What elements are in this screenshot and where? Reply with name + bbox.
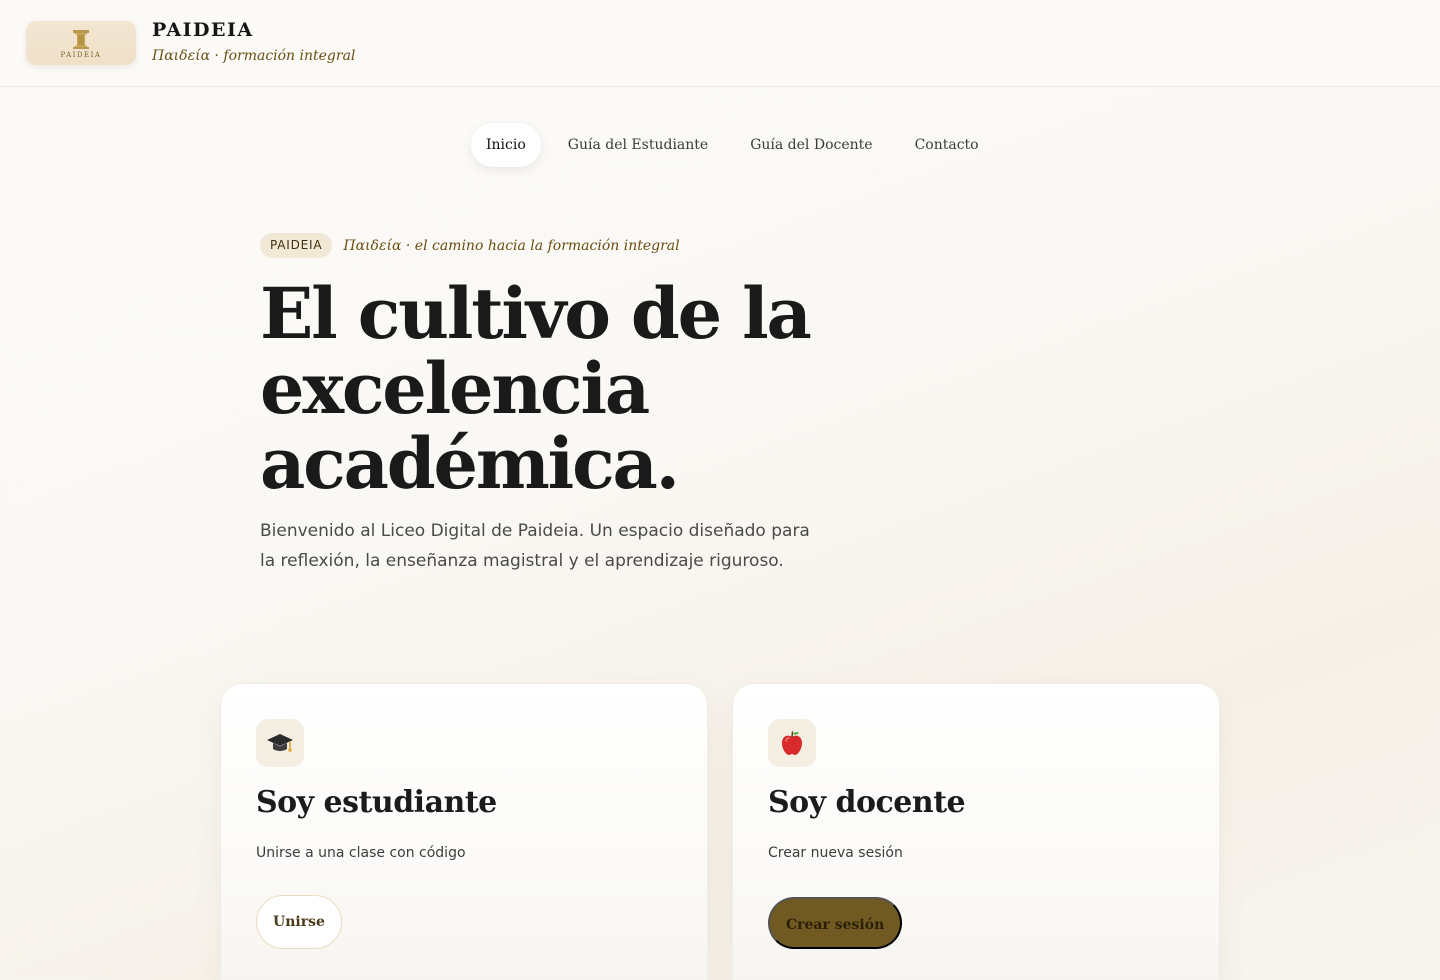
brand-pill: PAIDEIA <box>260 233 333 258</box>
apple-icon <box>768 719 816 767</box>
brand-tagline: Παιδεία · formación integral <box>152 48 356 64</box>
eyebrow-text: Παιδεία · el camino hacia la formación i… <box>343 237 680 254</box>
hero-title-line: El cultivo de la <box>260 272 812 355</box>
graduation-cap-icon <box>256 719 304 767</box>
brand-name: PAIDEIA <box>152 19 254 41</box>
logo[interactable]: PAIDEIA <box>26 21 136 65</box>
nav-item-guia-estudiante[interactable]: Guía del Estudiante <box>553 123 723 167</box>
create-session-button[interactable]: Crear sesión <box>768 897 903 949</box>
teacher-card-title: Soy docente <box>768 785 966 820</box>
student-card-title: Soy estudiante <box>256 785 497 820</box>
hero-title-line: académica. <box>260 422 680 505</box>
join-button[interactable]: Unirse <box>256 895 342 949</box>
hero-title-line: excelencia <box>260 347 650 430</box>
student-card: Soy estudiante Unirse a una clase con có… <box>220 683 708 980</box>
teacher-card-description: Crear nueva sesión <box>768 845 903 861</box>
hero-subtitle: Bienvenido al Liceo Digital de Paideia. … <box>260 521 810 571</box>
hero-eyebrow: PAIDEIA Παιδεία · el camino hacia la for… <box>260 233 680 258</box>
logo-text: PAIDEIA <box>60 50 102 59</box>
main-nav: Inicio Guía del Estudiante Guía del Doce… <box>471 123 994 167</box>
student-card-description: Unirse a una clase con código <box>256 845 466 861</box>
hero-title: El cultivo de la excelencia académica. <box>260 276 880 501</box>
teacher-card: Soy docente Crear nueva sesión Crear ses… <box>732 683 1220 980</box>
nav-item-contacto[interactable]: Contacto <box>900 123 994 167</box>
top-header: PAIDEIA PAIDEIA Παιδεία · formación inte… <box>0 0 1440 87</box>
nav-item-inicio[interactable]: Inicio <box>471 123 541 167</box>
column-icon <box>73 29 89 49</box>
nav-item-guia-docente[interactable]: Guía del Docente <box>735 123 887 167</box>
